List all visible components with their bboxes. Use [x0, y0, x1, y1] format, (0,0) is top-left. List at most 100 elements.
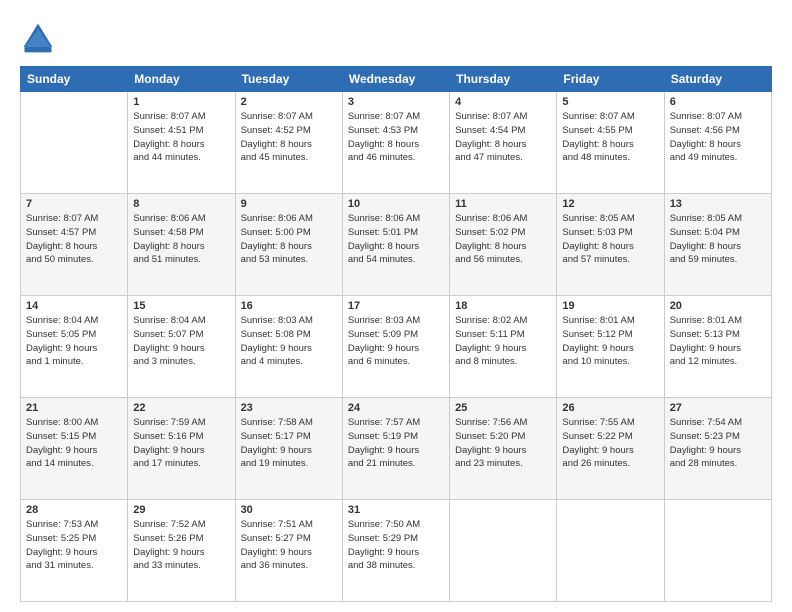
day-info: Sunrise: 7:53 AM Sunset: 5:25 PM Dayligh… — [26, 518, 122, 573]
day-info: Sunrise: 8:06 AM Sunset: 5:00 PM Dayligh… — [241, 212, 337, 267]
day-number: 10 — [348, 198, 444, 210]
day-cell: 7 Sunrise: 8:07 AM Sunset: 4:57 PM Daylig… — [21, 194, 128, 296]
day-cell: 26Sunrise: 7:55 AM Sunset: 5:22 PM Dayli… — [557, 398, 664, 500]
day-info: Sunrise: 7:59 AM Sunset: 5:16 PM Dayligh… — [133, 416, 229, 471]
day-cell: 23Sunrise: 7:58 AM Sunset: 5:17 PM Dayli… — [235, 398, 342, 500]
day-cell: 6 Sunrise: 8:07 AM Sunset: 4:56 PM Daylig… — [664, 92, 771, 194]
weekday-header-saturday: Saturday — [664, 67, 771, 92]
day-number: 29 — [133, 504, 229, 516]
day-cell: 11 Sunrise: 8:06 AM Sunset: 5:02 PM Dayli… — [450, 194, 557, 296]
day-info: Sunrise: 8:03 AM Sunset: 5:09 PM Dayligh… — [348, 314, 444, 369]
day-info: Sunrise: 8:00 AM Sunset: 5:15 PM Dayligh… — [26, 416, 122, 471]
day-cell: 17 Sunrise: 8:03 AM Sunset: 5:09 PM Dayli… — [342, 296, 449, 398]
day-cell: 30Sunrise: 7:51 AM Sunset: 5:27 PM Dayli… — [235, 500, 342, 602]
day-cell: 9 Sunrise: 8:06 AM Sunset: 5:00 PM Daylig… — [235, 194, 342, 296]
day-number: 16 — [241, 300, 337, 312]
weekday-header-row: SundayMondayTuesdayWednesdayThursdayFrid… — [21, 67, 772, 92]
day-info: Sunrise: 8:07 AM Sunset: 4:56 PM Dayligh… — [670, 110, 766, 165]
day-cell: 24 Sunrise: 7:57 AM Sunset: 5:19 PM Dayli… — [342, 398, 449, 500]
week-row-2: 7 Sunrise: 8:07 AM Sunset: 4:57 PM Daylig… — [21, 194, 772, 296]
day-info: Sunrise: 8:06 AM Sunset: 4:58 PM Dayligh… — [133, 212, 229, 267]
day-cell: 28 Sunrise: 7:53 AM Sunset: 5:25 PM Dayli… — [21, 500, 128, 602]
day-number: 27 — [670, 402, 766, 414]
day-info: Sunrise: 7:52 AM Sunset: 5:26 PM Dayligh… — [133, 518, 229, 573]
weekday-header-friday: Friday — [557, 67, 664, 92]
day-info: Sunrise: 7:56 AM Sunset: 5:20 PM Dayligh… — [455, 416, 551, 471]
day-cell: 1 Sunrise: 8:07 AM Sunset: 4:51 PM Daylig… — [128, 92, 235, 194]
day-number: 5 — [562, 96, 658, 108]
day-number: 12 — [562, 198, 658, 210]
day-cell: 19 Sunrise: 8:01 AM Sunset: 5:12 PM Dayli… — [557, 296, 664, 398]
day-info: Sunrise: 8:01 AM Sunset: 5:12 PM Dayligh… — [562, 314, 658, 369]
day-cell — [450, 500, 557, 602]
day-cell: 20 Sunrise: 8:01 AM Sunset: 5:13 PM Dayli… — [664, 296, 771, 398]
day-cell: 12 Sunrise: 8:05 AM Sunset: 5:03 PM Dayli… — [557, 194, 664, 296]
day-info: Sunrise: 8:07 AM Sunset: 4:54 PM Dayligh… — [455, 110, 551, 165]
day-number: 4 — [455, 96, 551, 108]
day-number: 9 — [241, 198, 337, 210]
day-cell: 5 Sunrise: 8:07 AM Sunset: 4:55 PM Daylig… — [557, 92, 664, 194]
day-cell: 14 Sunrise: 8:04 AM Sunset: 5:05 PM Dayli… — [21, 296, 128, 398]
day-info: Sunrise: 8:06 AM Sunset: 5:02 PM Dayligh… — [455, 212, 551, 267]
day-cell: 25Sunrise: 7:56 AM Sunset: 5:20 PM Dayli… — [450, 398, 557, 500]
day-info: Sunrise: 8:06 AM Sunset: 5:01 PM Dayligh… — [348, 212, 444, 267]
day-cell: 16 Sunrise: 8:03 AM Sunset: 5:08 PM Dayli… — [235, 296, 342, 398]
day-cell — [664, 500, 771, 602]
day-number: 14 — [26, 300, 122, 312]
week-row-1: 1 Sunrise: 8:07 AM Sunset: 4:51 PM Daylig… — [21, 92, 772, 194]
day-number: 3 — [348, 96, 444, 108]
day-number: 1 — [133, 96, 229, 108]
day-info: Sunrise: 7:58 AM Sunset: 5:17 PM Dayligh… — [241, 416, 337, 471]
day-cell: 27 Sunrise: 7:54 AM Sunset: 5:23 PM Dayli… — [664, 398, 771, 500]
day-cell: 13Sunrise: 8:05 AM Sunset: 5:04 PM Dayli… — [664, 194, 771, 296]
day-number: 7 — [26, 198, 122, 210]
day-cell: 31Sunrise: 7:50 AM Sunset: 5:29 PM Dayli… — [342, 500, 449, 602]
day-number: 11 — [455, 198, 551, 210]
day-number: 2 — [241, 96, 337, 108]
weekday-header-wednesday: Wednesday — [342, 67, 449, 92]
day-number: 19 — [562, 300, 658, 312]
day-cell: 8 Sunrise: 8:06 AM Sunset: 4:58 PM Daylig… — [128, 194, 235, 296]
day-info: Sunrise: 7:50 AM Sunset: 5:29 PM Dayligh… — [348, 518, 444, 573]
day-info: Sunrise: 8:05 AM Sunset: 5:03 PM Dayligh… — [562, 212, 658, 267]
calendar-table: SundayMondayTuesdayWednesdayThursdayFrid… — [20, 66, 772, 602]
day-info: Sunrise: 7:51 AM Sunset: 5:27 PM Dayligh… — [241, 518, 337, 573]
day-info: Sunrise: 8:07 AM Sunset: 4:53 PM Dayligh… — [348, 110, 444, 165]
day-number: 17 — [348, 300, 444, 312]
day-info: Sunrise: 8:07 AM Sunset: 4:55 PM Dayligh… — [562, 110, 658, 165]
day-cell: 18Sunrise: 8:02 AM Sunset: 5:11 PM Dayli… — [450, 296, 557, 398]
logo — [20, 20, 62, 56]
day-number: 26 — [562, 402, 658, 414]
day-number: 28 — [26, 504, 122, 516]
header — [20, 20, 772, 56]
day-cell: 4 Sunrise: 8:07 AM Sunset: 4:54 PM Daylig… — [450, 92, 557, 194]
day-info: Sunrise: 8:07 AM Sunset: 4:51 PM Dayligh… — [133, 110, 229, 165]
day-number: 21 — [26, 402, 122, 414]
day-cell: 22Sunrise: 7:59 AM Sunset: 5:16 PM Dayli… — [128, 398, 235, 500]
day-cell — [557, 500, 664, 602]
day-cell: 15Sunrise: 8:04 AM Sunset: 5:07 PM Dayli… — [128, 296, 235, 398]
day-cell — [21, 92, 128, 194]
day-info: Sunrise: 8:03 AM Sunset: 5:08 PM Dayligh… — [241, 314, 337, 369]
week-row-4: 21 Sunrise: 8:00 AM Sunset: 5:15 PM Dayli… — [21, 398, 772, 500]
day-info: Sunrise: 7:54 AM Sunset: 5:23 PM Dayligh… — [670, 416, 766, 471]
day-info: Sunrise: 7:57 AM Sunset: 5:19 PM Dayligh… — [348, 416, 444, 471]
day-number: 6 — [670, 96, 766, 108]
day-info: Sunrise: 8:04 AM Sunset: 5:05 PM Dayligh… — [26, 314, 122, 369]
day-cell: 3 Sunrise: 8:07 AM Sunset: 4:53 PM Daylig… — [342, 92, 449, 194]
day-cell: 10 Sunrise: 8:06 AM Sunset: 5:01 PM Dayli… — [342, 194, 449, 296]
day-number: 18 — [455, 300, 551, 312]
weekday-header-monday: Monday — [128, 67, 235, 92]
day-number: 15 — [133, 300, 229, 312]
day-info: Sunrise: 8:05 AM Sunset: 5:04 PM Dayligh… — [670, 212, 766, 267]
week-row-3: 14 Sunrise: 8:04 AM Sunset: 5:05 PM Dayli… — [21, 296, 772, 398]
day-info: Sunrise: 8:07 AM Sunset: 4:57 PM Dayligh… — [26, 212, 122, 267]
weekday-header-thursday: Thursday — [450, 67, 557, 92]
day-info: Sunrise: 8:01 AM Sunset: 5:13 PM Dayligh… — [670, 314, 766, 369]
day-cell: 2Sunrise: 8:07 AM Sunset: 4:52 PM Daylig… — [235, 92, 342, 194]
day-number: 24 — [348, 402, 444, 414]
day-number: 8 — [133, 198, 229, 210]
weekday-header-sunday: Sunday — [21, 67, 128, 92]
day-number: 20 — [670, 300, 766, 312]
week-row-5: 28 Sunrise: 7:53 AM Sunset: 5:25 PM Dayli… — [21, 500, 772, 602]
